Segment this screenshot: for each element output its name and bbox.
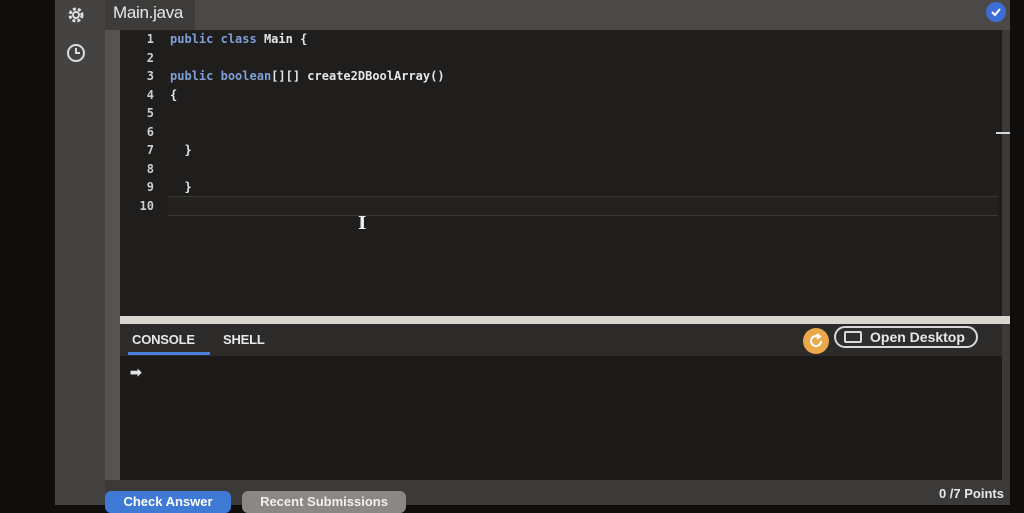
code-line: public class Main { [170,32,308,46]
tab-shell[interactable]: SHELL [223,332,265,347]
line-number: 6 [146,124,154,139]
refresh-button[interactable] [803,328,829,354]
open-desktop-label: Open Desktop [870,329,965,345]
editor-tab-bar: Main.java [105,0,1010,30]
line-number: 2 [146,50,154,65]
points-display: 0 /7 Points [938,486,1004,501]
panel-splitter[interactable] [120,316,1010,324]
clock-icon[interactable] [65,42,87,64]
line-number-gutter: 1 2 3 4 5 6 7 8 9 10 [120,30,160,215]
code-line: } [170,143,192,157]
console-output[interactable]: ➡ [120,356,1002,480]
line-number: 10 [139,198,154,213]
left-rail [55,0,105,505]
line-number: 7 [146,143,154,157]
line-number: 4 [146,87,154,102]
code-line: { [170,87,178,102]
ide-window: Main.java 1 2 3 4 5 6 7 8 9 10 public cl… [55,0,1010,513]
console-prompt: ➡ [130,364,142,380]
refresh-icon [810,333,823,348]
keyword-token: boolean [220,69,272,83]
code-line: } [170,180,192,194]
line-number: 3 [146,69,154,83]
code-line: public boolean[][] create2DBoolArray() [170,69,445,83]
text-cursor-icon: I [358,213,367,234]
file-tab-main-java[interactable]: Main.java [105,0,196,30]
code-editor[interactable]: 1 2 3 4 5 6 7 8 9 10 public class Main {… [120,30,1010,316]
active-tab-indicator [128,352,210,355]
console-tab-bar: CONSOLE SHELL Open Desktop [120,324,1002,356]
line-number: 8 [146,161,154,176]
line-number: 5 [146,106,154,120]
footer-bar: Check Answer Recent Submissions 0 /7 Poi… [105,480,1010,513]
open-desktop-button[interactable]: Open Desktop [834,326,978,348]
check-icon [986,2,1006,22]
line-number: 9 [146,180,154,194]
gear-icon[interactable] [65,4,87,26]
tab-console[interactable]: CONSOLE [132,332,195,347]
scrollbar-marker[interactable] [996,132,1010,134]
keyword-token: class [220,32,257,46]
keyword-token: public [170,69,214,83]
rail-divider [105,0,120,505]
recent-submissions-button[interactable]: Recent Submissions [242,491,406,513]
keyword-token: public [170,32,214,46]
desktop-icon [844,331,862,343]
check-answer-button[interactable]: Check Answer [105,491,231,513]
line-number: 1 [146,32,154,46]
code-text[interactable]: public class Main { public boolean[][] c… [170,30,990,215]
